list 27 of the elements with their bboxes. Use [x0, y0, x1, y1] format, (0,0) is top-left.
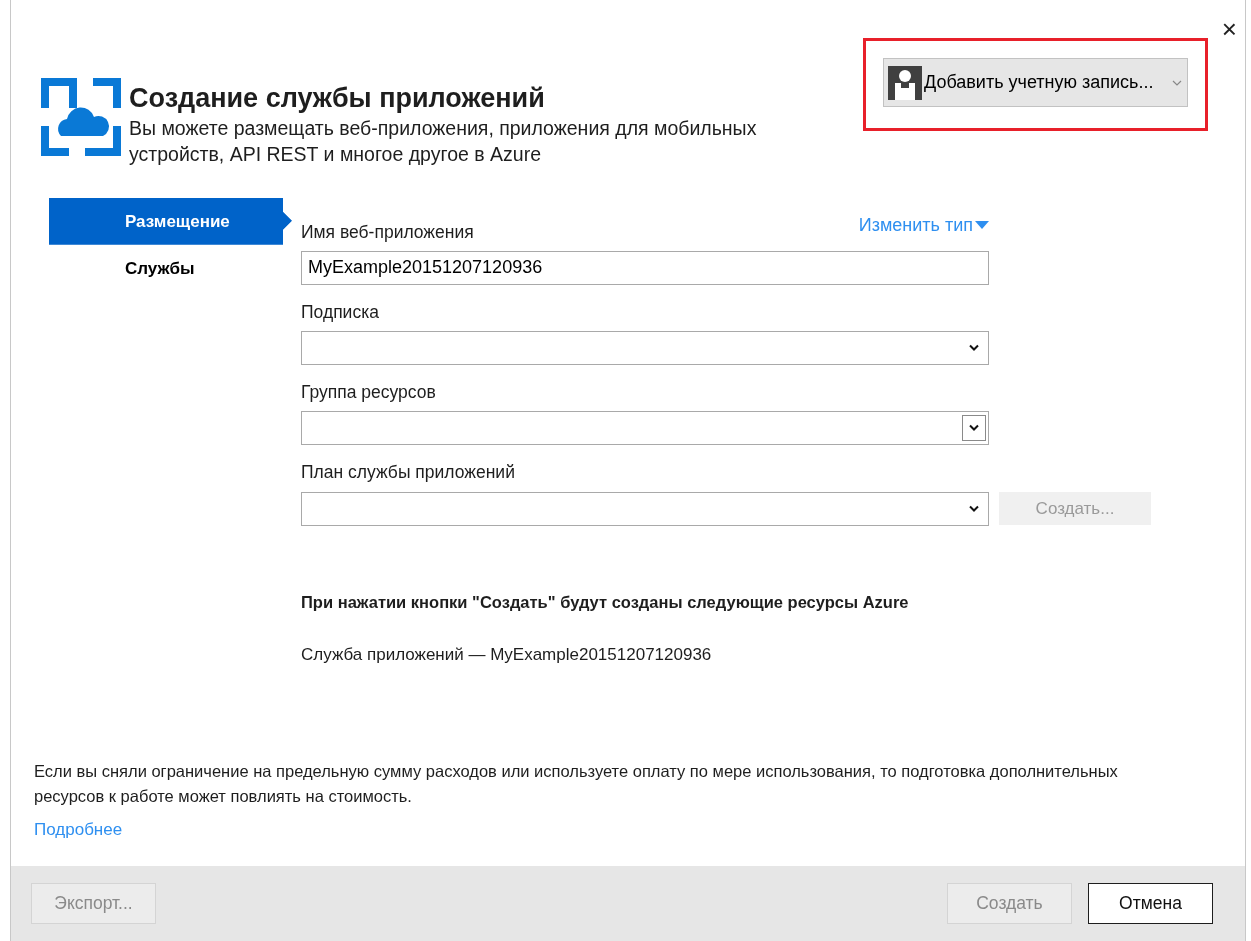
learn-more-link[interactable]: Подробнее	[34, 819, 123, 839]
change-type-link[interactable]: Изменить тип	[858, 211, 989, 239]
footer-button[interactable]: Отмена	[1088, 883, 1213, 924]
user-icon	[888, 65, 922, 100]
text-field[interactable]: MyExample20151207120936	[301, 250, 989, 285]
dialog-description: Вы можете размещать веб-приложения, приложения для мобильных устройств, API REST и многое другое в Azure	[129, 116, 758, 168]
account-button[interactable]: Добавить учетную запись...	[883, 58, 1188, 107]
field-label: Подписка	[301, 300, 379, 324]
field-label: Имя веб-приложения	[301, 220, 474, 244]
summary-heading: При нажатии кнопки "Создать" будут созданы следующие ресурсы Azure	[301, 591, 910, 613]
sidebar-tab[interactable]: Службы	[49, 244, 283, 292]
cloud-app-logo-icon	[41, 78, 121, 156]
dropdown-field[interactable]	[301, 331, 989, 366]
caret-down-icon	[975, 220, 989, 230]
chevron-down-icon	[1171, 78, 1183, 87]
field-label: Группа ресурсов	[301, 381, 436, 405]
field-label: План службы приложений	[301, 461, 515, 485]
close-button[interactable]: ×	[1213, 16, 1245, 42]
dropdown-field[interactable]	[301, 491, 989, 526]
dropdown-field[interactable]	[301, 411, 989, 446]
resource-item: Служба приложений — MyExample20151207120936	[301, 644, 713, 667]
chevron-down-icon	[968, 424, 980, 433]
dialog-title: Создание службы приложений	[129, 82, 546, 115]
chevron-down-icon	[968, 344, 980, 353]
sidebar-tab[interactable]: Размещение	[49, 197, 292, 245]
cost-note: Если вы сняли ограничение на предельную сумму расходов или используете оплату по мере использования, то подготовка дополнительных ресурсов к работе может повлиять на стоимость.	[33, 761, 1119, 807]
chevron-down-icon	[968, 504, 980, 513]
